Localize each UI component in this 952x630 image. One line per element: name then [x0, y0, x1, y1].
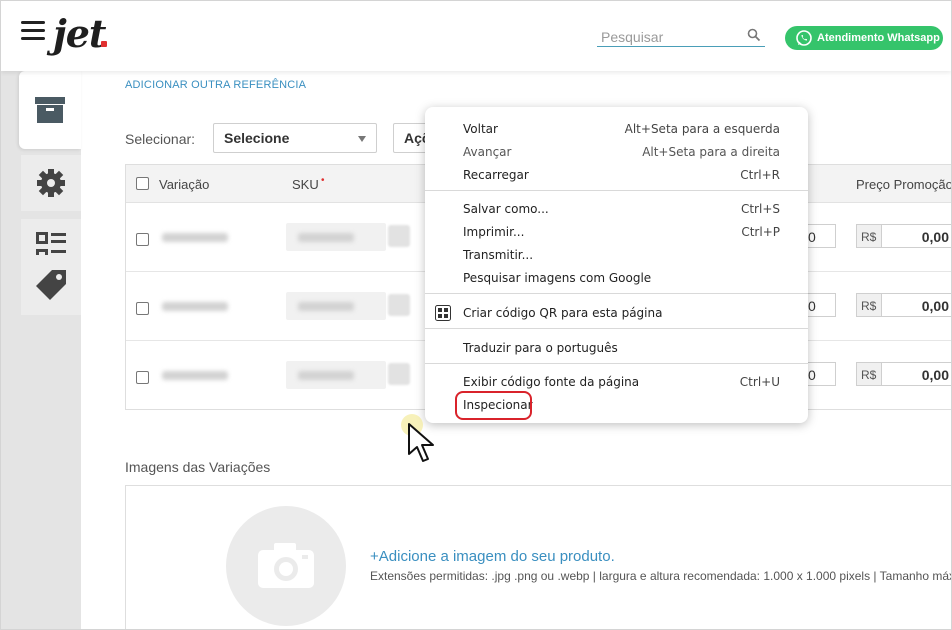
select-value: Selecione: [224, 130, 290, 146]
qr-code-icon: [435, 305, 451, 321]
select-label: Selecionar:: [125, 131, 196, 147]
variation-images-title: Imagens das Variações: [125, 459, 271, 475]
menu-item-label: Salvar como...: [463, 202, 549, 216]
menu-item-label: Traduzir para o português: [463, 341, 618, 355]
row-checkbox[interactable]: [136, 302, 149, 315]
rail-tab-product[interactable]: [19, 71, 81, 149]
menu-item-shortcut: Ctrl+S: [740, 202, 780, 216]
blurred-variation-name: [162, 302, 228, 311]
price-input[interactable]: 0: [806, 224, 836, 248]
menu-item-label: Pesquisar imagens com Google: [463, 271, 652, 285]
select-all-checkbox[interactable]: [136, 177, 149, 190]
menu-item-back[interactable]: Voltar Alt+Seta para a esquerda: [425, 118, 808, 140]
promo-price-input[interactable]: 0,00: [882, 362, 951, 386]
generate-sku-icon[interactable]: [388, 225, 410, 247]
menu-item-shortcut: Ctrl+U: [739, 375, 780, 389]
row-checkbox[interactable]: [136, 233, 149, 246]
column-preco-promocao: Preço Promoção: [856, 177, 952, 192]
sku-input[interactable]: [286, 361, 386, 389]
menu-item-shortcut: Ctrl+R: [740, 168, 780, 182]
menu-item-cast[interactable]: Transmitir...: [425, 244, 808, 266]
left-rail: [1, 71, 81, 629]
menu-item-label: Avançar: [463, 145, 512, 159]
extensions-info: Extensões permitidas: .jpg .png ou .webp…: [370, 569, 952, 583]
camera-icon: [258, 543, 314, 588]
blurred-variation-name: [162, 233, 228, 242]
image-upload-area[interactable]: +Adicione a imagem do seu produto. Exten…: [125, 485, 952, 629]
search-icon[interactable]: [747, 28, 761, 42]
gear-icon: [37, 169, 65, 197]
menu-item-label: Recarregar: [463, 168, 529, 182]
inspect-highlight-outline: [455, 391, 532, 420]
tag-icon: [36, 270, 66, 300]
menu-separator: [425, 328, 808, 329]
menu-separator: [425, 363, 808, 364]
menu-item-label: Transmitir...: [463, 248, 534, 262]
menu-item-label: Criar código QR para esta página: [463, 306, 663, 320]
column-sku: SKU: [292, 177, 319, 192]
blurred-variation-name: [162, 371, 228, 380]
menu-item-shortcut: Alt+Seta para a direita: [642, 145, 780, 159]
menu-item-forward[interactable]: Avançar Alt+Seta para a direita: [425, 141, 808, 163]
blurred-sku: [298, 371, 354, 380]
promo-price-input[interactable]: 0,00: [882, 224, 951, 248]
sku-input[interactable]: [286, 223, 386, 251]
whatsapp-support-button[interactable]: Atendimento Whatsapp: [785, 26, 943, 50]
menu-item-save-as[interactable]: Salvar como... Ctrl+S: [425, 198, 808, 220]
add-image-link[interactable]: +Adicione a imagem do seu produto.: [370, 548, 615, 565]
top-header: jet Pesquisar Atendimento Whatsapp: [1, 1, 951, 71]
blurred-sku: [298, 233, 354, 242]
menu-separator: [425, 293, 808, 294]
chevron-down-icon: [358, 136, 366, 142]
add-reference-link[interactable]: ADICIONAR OUTRA REFERÊNCIA: [125, 79, 306, 91]
menu-item-label: Voltar: [463, 122, 498, 136]
price-input[interactable]: 0: [806, 362, 836, 386]
box-icon: [35, 97, 65, 123]
menu-item-label: Exibir código fonte da página: [463, 375, 640, 389]
context-menu: Voltar Alt+Seta para a esquerda Avançar Al…: [425, 107, 808, 423]
logo-dot: [101, 41, 107, 47]
column-variacao: Variação: [159, 177, 210, 192]
hamburger-menu-icon[interactable]: [21, 21, 45, 41]
select-dropdown[interactable]: Selecione: [213, 123, 377, 153]
mouse-cursor-icon: [408, 423, 434, 462]
menu-item-reload[interactable]: Recarregar Ctrl+R: [425, 164, 808, 186]
blurred-sku: [298, 302, 354, 311]
row-checkbox[interactable]: [136, 371, 149, 384]
menu-item-qr-code[interactable]: Criar código QR para esta página: [425, 302, 808, 324]
menu-item-view-source[interactable]: Exibir código fonte da página Ctrl+U: [425, 371, 808, 393]
jet-logo[interactable]: jet: [53, 11, 106, 56]
menu-separator: [425, 190, 808, 191]
menu-item-shortcut: Ctrl+P: [741, 225, 780, 239]
camera-placeholder: [226, 506, 346, 626]
menu-item-label: Imprimir...: [463, 225, 525, 239]
whatsapp-label: Atendimento Whatsapp: [817, 32, 940, 44]
search-placeholder: Pesquisar: [601, 29, 664, 45]
generate-sku-icon[interactable]: [388, 363, 410, 385]
sku-input[interactable]: [286, 292, 386, 320]
rail-tab-tags[interactable]: [21, 255, 81, 315]
menu-item-print[interactable]: Imprimir... Ctrl+P: [425, 221, 808, 243]
search-input[interactable]: Pesquisar: [597, 27, 765, 47]
app-window: jet Pesquisar Atendimento Whatsapp ADICI…: [0, 0, 952, 630]
currency-addon: R$: [856, 362, 882, 386]
currency-addon: R$: [856, 293, 882, 317]
generate-sku-icon[interactable]: [388, 294, 410, 316]
menu-item-translate[interactable]: Traduzir para o português: [425, 337, 808, 359]
whatsapp-icon: [796, 30, 812, 46]
price-input[interactable]: 0: [806, 293, 836, 317]
menu-item-search-images[interactable]: Pesquisar imagens com Google: [425, 267, 808, 289]
menu-item-shortcut: Alt+Seta para a esquerda: [624, 122, 780, 136]
promo-price-input[interactable]: 0,00: [882, 293, 951, 317]
currency-addon: R$: [856, 224, 882, 248]
required-mark: •: [321, 175, 325, 186]
rail-tab-settings[interactable]: [21, 155, 81, 211]
